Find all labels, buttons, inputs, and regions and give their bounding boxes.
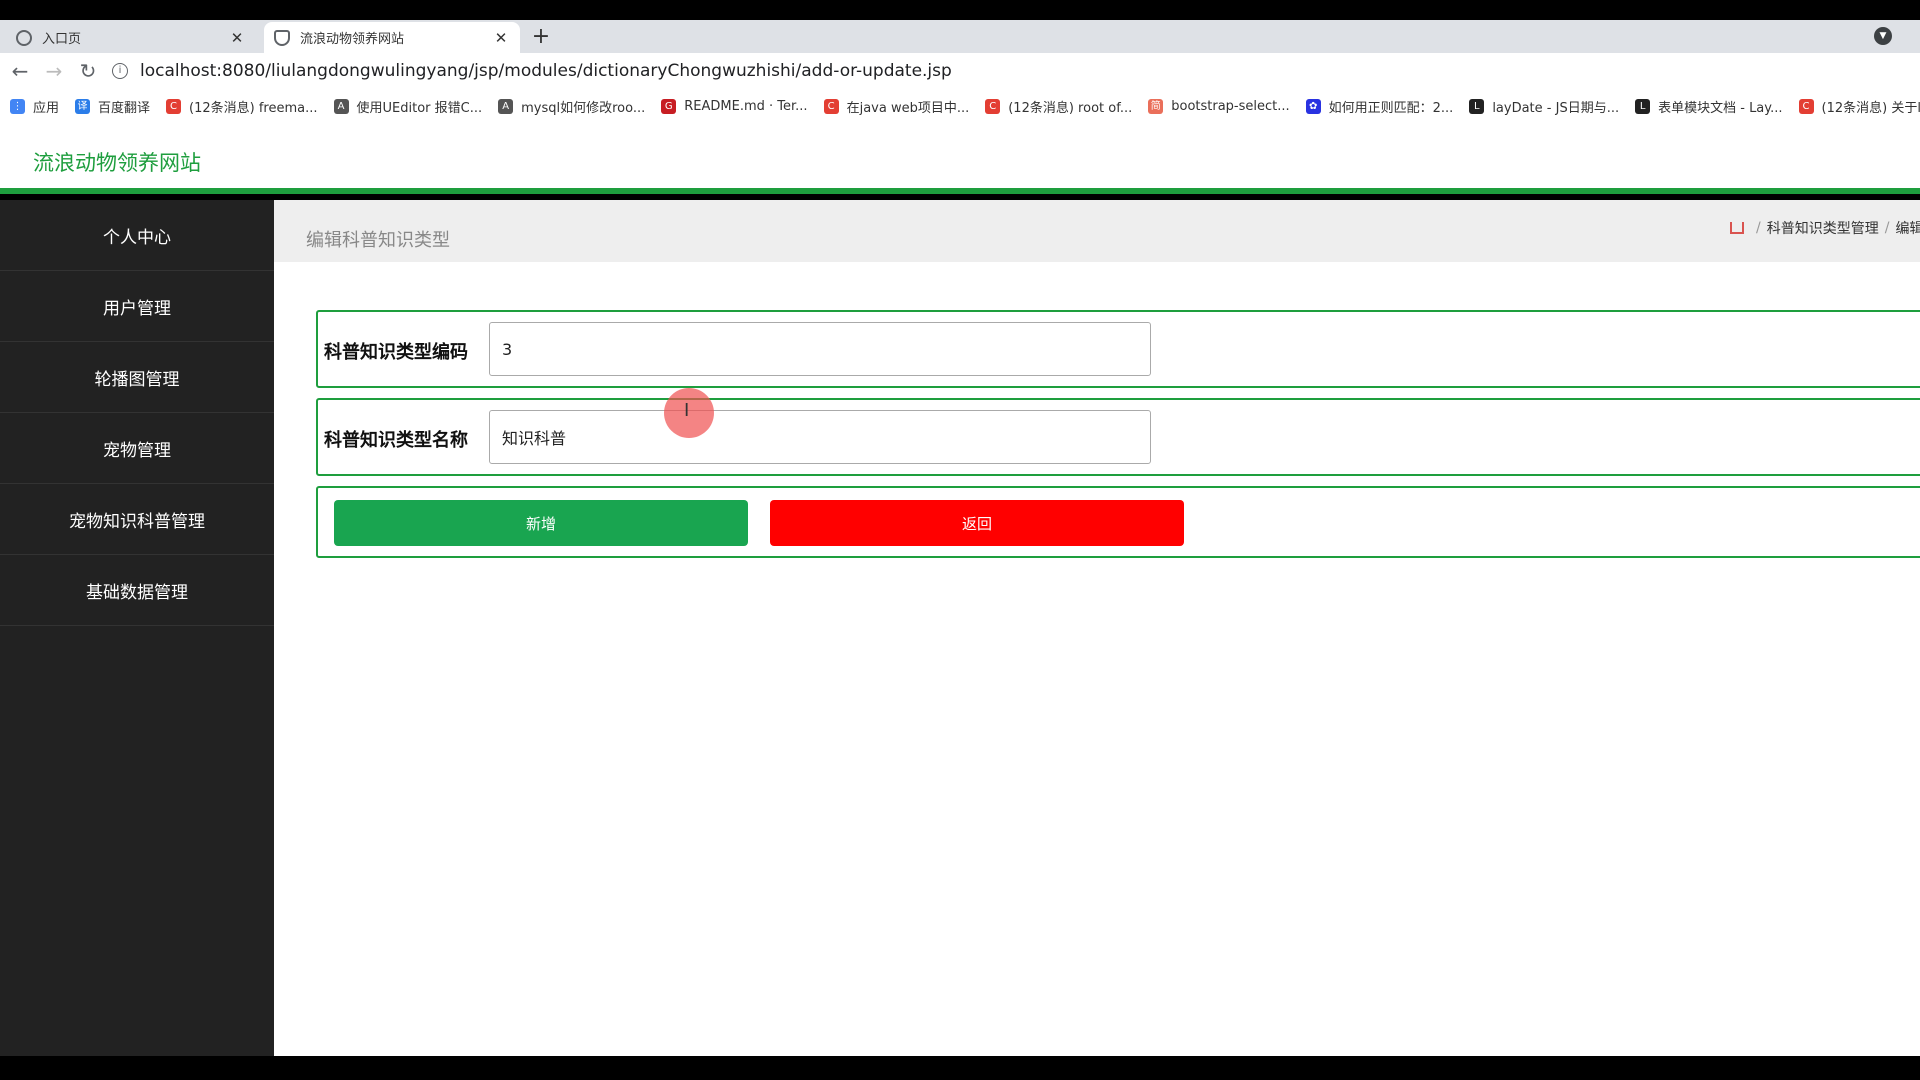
profile-menu-icon[interactable]: ▼ — [1874, 27, 1892, 45]
address-bar[interactable]: i localhost:8080/liulangdongwulingyang/j… — [112, 56, 1912, 86]
browser-tab-site[interactable]: 流浪动物领养网站 ✕ — [264, 22, 520, 53]
address-text: localhost:8080/liulangdongwulingyang/jsp… — [140, 61, 952, 81]
globe-icon — [16, 29, 32, 46]
gitee-icon: G — [661, 98, 677, 114]
bookmark-item[interactable]: C (12条消息) freema... — [166, 97, 318, 116]
sidebar-item-personal-center[interactable]: 个人中心 — [0, 200, 274, 271]
layui-icon: L — [1469, 98, 1485, 114]
bookmark-label: (12条消息) 关于la... — [1821, 100, 1920, 116]
code-label: 科普知识类型编码 — [324, 342, 468, 363]
bookmark-item[interactable]: C (12条消息) root of... — [985, 97, 1132, 116]
bookmark-item[interactable]: G README.md · Ter... — [661, 98, 808, 114]
bookmark-item[interactable]: LlayDate - JS日期与... — [1469, 97, 1619, 116]
browser-toolbar: ← → ↻ i localhost:8080/liulangdongwuling… — [0, 53, 1920, 91]
bookmark-label: 百度翻译 — [98, 100, 151, 116]
forward-arrow-icon[interactable]: → — [42, 59, 66, 83]
bookmark-label: layDate - JS日期与... — [1492, 100, 1620, 116]
sidebar: 个人中心 用户管理 轮播图管理 宠物管理 宠物知识科普管理 基础数据管理 — [0, 200, 274, 1056]
bookmark-item[interactable]: 简 bootstrap-select... — [1148, 98, 1290, 114]
site-header: 流浪动物领养网站 — [0, 121, 1920, 194]
page-title: 编辑科普知识类型 — [306, 230, 450, 251]
bookmarks-bar: ⋮ 应用译百度翻译 C (12条消息) freema... A 使用UEditor 报错C… — [0, 91, 1920, 121]
sidebar-item-pet-management[interactable]: 宠物管理 — [0, 413, 274, 484]
breadcrumb: / 科普知识类型管理 / 编辑 — [1730, 218, 1920, 238]
browser-tabstrip: 入口页 ✕ 流浪动物领养网站 ✕ — [0, 20, 1920, 53]
apps-grid-icon: ⋮ — [10, 98, 25, 114]
bookmark-label: 表单模块文档 - Lay... — [1658, 100, 1783, 116]
breadcrumb-item-edit: 编辑 — [1895, 221, 1920, 237]
bookmark-icon: A — [333, 98, 349, 114]
bookmark-label: 如何用正则匹配：2... — [1328, 100, 1454, 116]
bookmark-item[interactable]: L 表单模块文档 - Lay... — [1635, 97, 1783, 116]
jianshu-icon: 简 — [1148, 98, 1164, 114]
sidebar-item-carousel-management[interactable]: 轮播图管理 — [0, 342, 274, 413]
mouse-cursor-highlight: I — [664, 388, 714, 438]
close-icon[interactable]: ✕ — [228, 29, 246, 47]
layui-icon: L — [1635, 98, 1651, 114]
back-button[interactable]: 返回 — [770, 500, 1184, 546]
bookmark-item[interactable]: ⋮ 应用 — [10, 97, 59, 116]
bookmark-icon: A — [498, 98, 514, 114]
home-icon[interactable] — [1730, 222, 1744, 234]
bookmark-label: (12条消息) root of... — [1008, 100, 1133, 116]
new-tab-button[interactable]: + — [530, 20, 552, 53]
back-arrow-icon[interactable]: ← — [8, 59, 32, 83]
bookmark-item[interactable]: C (12条消息) 关于la... — [1798, 97, 1920, 116]
bookmark-label: 在java web项目中... — [846, 100, 970, 116]
bookmark-label: README.md · Ter... — [684, 98, 808, 114]
text-cursor-icon: I — [684, 400, 690, 421]
translate-icon: 译 — [75, 98, 91, 114]
letterbox-bottom — [0, 1056, 1920, 1080]
bookmark-label: bootstrap-select... — [1171, 98, 1290, 114]
page-header-bar: 编辑科普知识类型 / 科普知识类型管理 / 编辑 — [274, 200, 1920, 262]
baidu-icon: ✿ — [1305, 98, 1321, 114]
info-icon[interactable]: i — [112, 63, 128, 79]
letterbox-top — [0, 0, 1920, 20]
breadcrumb-item-management[interactable]: 科普知识类型管理 — [1767, 218, 1879, 238]
bookmark-item[interactable]: C 在java web项目中... — [823, 97, 970, 116]
form-row-name: 科普知识类型名称 — [316, 398, 1920, 476]
code-input[interactable] — [489, 322, 1151, 376]
breadcrumb-separator: / — [1756, 220, 1761, 236]
form-row-code: 科普知识类型编码 — [316, 310, 1920, 388]
close-icon[interactable]: ✕ — [492, 29, 510, 47]
bookmark-item[interactable]: A 使用UEditor 报错C... — [333, 97, 483, 116]
reload-icon[interactable]: ↻ — [76, 59, 100, 83]
tab-title: 入口页 — [42, 32, 82, 47]
csdn-icon: C — [166, 98, 182, 114]
bookmark-item[interactable]: Amysql如何修改roo... — [498, 97, 645, 116]
form-row-actions: 新增 返回 — [316, 486, 1920, 558]
name-input[interactable] — [489, 410, 1151, 464]
name-label: 科普知识类型名称 — [324, 430, 468, 451]
bookmark-item[interactable]: ✿ 如何用正则匹配：2... — [1305, 97, 1454, 116]
csdn-icon: C — [1798, 98, 1814, 114]
sidebar-item-pet-knowledge-management[interactable]: 宠物知识科普管理 — [0, 484, 274, 555]
main-content: 编辑科普知识类型 / 科普知识类型管理 / 编辑 科普知识类型编码 科普知识类型… — [274, 200, 1920, 1056]
browser-tab-entry[interactable]: 入口页 ✕ — [6, 22, 256, 53]
sidebar-item-user-management[interactable]: 用户管理 — [0, 271, 274, 342]
sidebar-item-basic-data-management[interactable]: 基础数据管理 — [0, 555, 274, 626]
breadcrumb-separator: / — [1884, 220, 1890, 236]
site-title[interactable]: 流浪动物领养网站 — [33, 147, 201, 177]
csdn-icon: C — [985, 98, 1001, 114]
add-button[interactable]: 新增 — [334, 500, 748, 546]
bookmark-label: 应用 — [33, 100, 60, 116]
bookmark-label: mysql如何修改roo... — [521, 100, 646, 116]
csdn-icon: C — [823, 98, 839, 114]
tab-title: 流浪动物领养网站 — [300, 32, 405, 47]
bookmark-item[interactable]: 译百度翻译 — [75, 97, 150, 116]
bookmark-label: 使用UEditor 报错C... — [356, 100, 483, 116]
shield-icon — [274, 29, 290, 46]
bookmark-label: (12条消息) freema... — [189, 100, 318, 116]
